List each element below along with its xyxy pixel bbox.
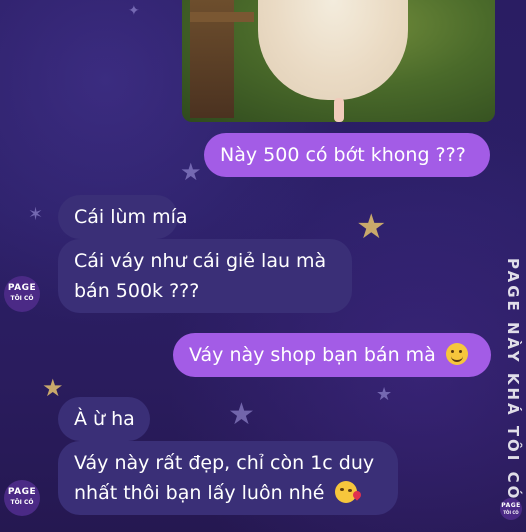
star-icon: ★ [42, 374, 64, 402]
message-text: Váy này shop bạn bán mà [189, 344, 436, 366]
star-icon: ★ [180, 158, 202, 186]
avatar-label: PAGE [501, 502, 521, 509]
message-text-line: Váy này rất đẹp, chỉ còn 1c duy [74, 452, 375, 474]
avatar-sublabel: TÔI CÓ [10, 295, 34, 302]
page-avatar[interactable]: PAGE TÔI CÓ [4, 480, 40, 516]
outgoing-message[interactable]: Váy này shop bạn bán mà [173, 333, 491, 377]
incoming-message[interactable]: Cái váy như cái giẻ lau mà bán 500k ??? [58, 239, 352, 313]
smiling-face-icon [445, 343, 468, 365]
message-text: nhất thôi bạn lấy luôn nhé [74, 482, 325, 504]
incoming-message[interactable]: Cái lùm mía [58, 195, 188, 239]
sparkle-icon: ✦ [128, 3, 140, 19]
page-avatar[interactable]: PAGE TÔI CÓ [4, 276, 40, 312]
message-text-line: bán 500k ??? [74, 280, 200, 302]
star-icon: ★ [356, 207, 387, 247]
message-text-line: nhất thôi bạn lấy luôn nhé [74, 478, 382, 508]
message-text: Này 500 có bớt khong ??? [220, 144, 466, 166]
outgoing-message[interactable]: Này 500 có bớt khong ??? [204, 133, 490, 177]
page-watermark: PAGE NÀY KHÁ TÔI CÓ [504, 258, 522, 502]
photo-bench [190, 0, 254, 118]
kissing-face-icon [334, 481, 357, 503]
avatar-sublabel: TÔI CÓ [503, 510, 519, 515]
incoming-message[interactable]: Váy này rất đẹp, chỉ còn 1c duy nhất thô… [58, 441, 398, 515]
incoming-message[interactable]: À ừ ha [58, 397, 150, 441]
message-text: Cái lùm mía [74, 206, 188, 228]
star-icon: ★ [228, 397, 255, 432]
read-receipt-avatar: PAGE TÔI CÓ [500, 498, 522, 520]
message-text: À ừ ha [74, 408, 135, 430]
message-text-line: Cái váy như cái giẻ lau mà [74, 250, 327, 272]
photo-dress [258, 0, 408, 100]
avatar-sublabel: TÔI CÓ [10, 499, 34, 506]
shared-photo[interactable] [182, 0, 495, 122]
avatar-label: PAGE [7, 283, 37, 293]
avatar-label: PAGE [7, 487, 37, 497]
sparkle-icon: ✶ [28, 204, 44, 225]
star-icon: ★ [376, 384, 393, 405]
photo-leg [334, 98, 344, 122]
